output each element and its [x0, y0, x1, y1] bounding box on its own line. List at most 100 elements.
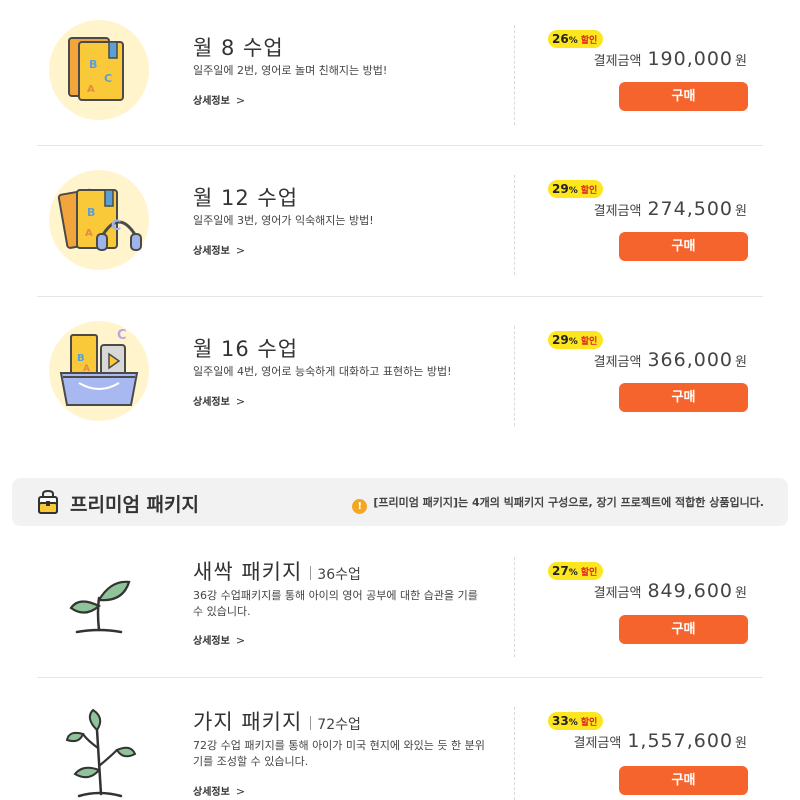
discount-badge: 29% 할인 [548, 180, 604, 198]
discount-label: 할인 [580, 36, 598, 46]
premium-title: 프리미엄 패키지 [70, 494, 199, 516]
detail-link[interactable]: 상세정보 > [193, 92, 245, 107]
discount-badge: 26% 할인 [548, 30, 604, 48]
discount-label: 할인 [580, 568, 598, 578]
product-title: 월 8 수업 [193, 36, 284, 60]
product-card: B A C 월 12 수업 일주일에 3번, 영어가 익숙해지는 방법! 상세정… [37, 150, 763, 300]
svg-text:B: B [77, 353, 85, 364]
package-lessons: 36수업 [317, 567, 361, 583]
detail-label: 상세정보 [193, 246, 230, 257]
product-title: 월 12 수업 [193, 186, 299, 210]
chevron-right-icon: > [235, 634, 246, 647]
discount-label: 할인 [580, 718, 598, 728]
package-title-text: 새싹 패키지 [193, 560, 303, 584]
discount-unit: % [568, 36, 578, 46]
divider-vertical [514, 175, 515, 275]
discount-label: 할인 [580, 337, 598, 347]
product-thumbnail: B C A [49, 20, 149, 120]
price: 결제금액 849,600 원 [594, 580, 747, 602]
detail-link[interactable]: 상세정보 > [193, 783, 245, 798]
package-title-text: 가지 패키지 [193, 710, 303, 734]
price-currency: 원 [735, 586, 747, 601]
price-amount: 190,000 [647, 48, 734, 70]
detail-label: 상세정보 [193, 96, 230, 107]
package-title: 가지 패키지 72수업 [193, 706, 361, 736]
price-label: 결제금액 [593, 54, 642, 69]
buy-button[interactable]: 구매 [619, 766, 748, 795]
price-amount: 274,500 [647, 198, 734, 220]
discount-unit: % [568, 337, 578, 347]
detail-link[interactable]: 상세정보 > [193, 393, 245, 408]
premium-notice: ! [프리미엄 패키지]는 4개의 빅패키지 구성으로, 장기 프로젝트에 적합한… [352, 494, 764, 514]
product-card: B C A 월 8 수업 일주일에 2번, 영어로 놀며 친해지는 방법! 상세… [37, 0, 763, 150]
discount-value: 29 [552, 333, 569, 347]
package-description: 72강 수업 패키지를 통해 아이가 미국 현지에 와있는 듯 한 분위기를 조… [193, 739, 485, 768]
product-description: 일주일에 4번, 영어로 능숙하게 대화하고 표현하는 방법! [193, 365, 452, 378]
product-description: 일주일에 3번, 영어가 익숙해지는 방법! [193, 214, 374, 227]
product-description: 일주일에 2번, 영어로 놀며 친해지는 방법! [193, 64, 388, 77]
branch-icon [65, 708, 137, 798]
premium-package-header: 프리미엄 패키지 ! [프리미엄 패키지]는 4개의 빅패키지 구성으로, 장기 … [12, 478, 788, 526]
divider [37, 677, 763, 678]
package-lessons: 72수업 [317, 717, 361, 733]
svg-text:A: A [85, 228, 93, 239]
package-thumbnail [49, 700, 149, 800]
svg-text:A: A [87, 84, 95, 95]
product-title: 월 16 수업 [193, 337, 299, 361]
divider-vertical [514, 25, 515, 125]
svg-text:C: C [111, 218, 121, 234]
price: 결제금액 1,557,600 원 [573, 730, 747, 752]
price-label: 결제금액 [593, 355, 642, 370]
price-currency: 원 [735, 736, 747, 751]
price-currency: 원 [735, 54, 747, 69]
package-card: 새싹 패키지 36수업 36강 수업패키지를 통해 아이의 영어 공부에 대한 습… [37, 532, 763, 682]
discount-unit: % [568, 568, 578, 578]
price: 결제금액 366,000 원 [594, 349, 747, 371]
price-amount: 366,000 [647, 349, 734, 371]
discount-badge: 33% 할인 [548, 712, 604, 730]
buy-button[interactable]: 구매 [619, 383, 748, 412]
price-currency: 원 [735, 355, 747, 370]
package-card: 가지 패키지 72수업 72강 수업 패키지를 통해 아이가 미국 현지에 와있는… [37, 682, 763, 800]
price-amount: 1,557,600 [627, 730, 734, 752]
detail-link[interactable]: 상세정보 > [193, 632, 245, 647]
detail-link[interactable]: 상세정보 > [193, 242, 245, 257]
divider-vertical [514, 326, 515, 426]
svg-text:C: C [104, 72, 112, 85]
price: 결제금액 274,500 원 [594, 198, 747, 220]
premium-bag-icon [38, 489, 58, 514]
discount-value: 33 [552, 714, 569, 728]
discount-value: 29 [552, 182, 569, 196]
chevron-right-icon: > [235, 395, 246, 408]
product-thumbnail: B A C [49, 321, 149, 421]
premium-notice-text: [프리미엄 패키지]는 4개의 빅패키지 구성으로, 장기 프로젝트에 적합한 … [373, 496, 764, 509]
svg-text:B: B [89, 58, 97, 71]
chevron-right-icon: > [235, 785, 246, 798]
title-separator [310, 566, 312, 580]
package-thumbnail [49, 552, 149, 652]
buy-button[interactable]: 구매 [619, 615, 748, 644]
discount-unit: % [568, 718, 578, 728]
chevron-right-icon: > [235, 94, 246, 107]
price-label: 결제금액 [593, 204, 642, 219]
divider [37, 145, 763, 146]
divider [37, 296, 763, 297]
detail-label: 상세정보 [193, 787, 230, 798]
discount-value: 26 [552, 32, 569, 46]
buy-button[interactable]: 구매 [619, 82, 748, 111]
detail-label: 상세정보 [193, 636, 230, 647]
buy-button[interactable]: 구매 [619, 232, 748, 261]
package-description: 36강 수업패키지를 통해 아이의 영어 공부에 대한 습관을 기를 수 있습니… [193, 589, 478, 618]
discount-badge: 29% 할인 [548, 331, 604, 349]
learning-basket-icon: B A C [59, 328, 139, 406]
price-currency: 원 [735, 204, 747, 219]
sprout-icon [69, 580, 131, 634]
books-headphones-icon: B A C [57, 188, 142, 251]
discount-badge: 27% 할인 [548, 562, 604, 580]
price: 결제금액 190,000 원 [594, 48, 747, 70]
title-separator [310, 716, 312, 730]
detail-label: 상세정보 [193, 397, 230, 408]
warning-icon: ! [352, 499, 368, 514]
discount-unit: % [568, 186, 578, 196]
product-thumbnail: B A C [49, 170, 149, 270]
